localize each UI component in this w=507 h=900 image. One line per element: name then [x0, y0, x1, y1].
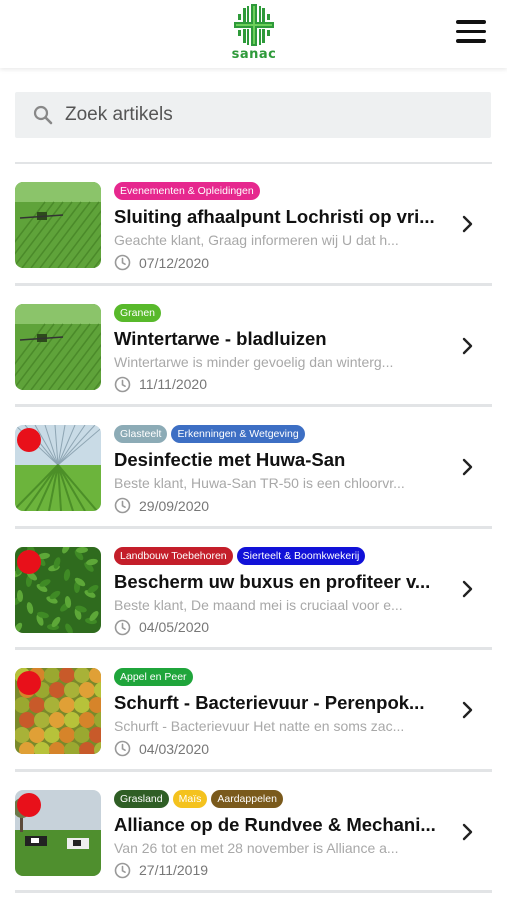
chevron-right-icon[interactable]	[461, 336, 475, 356]
article-thumbnail	[15, 303, 101, 390]
chevron-right-icon[interactable]	[461, 822, 475, 842]
article-date: 11/11/2020	[139, 376, 207, 392]
chevron-right-icon[interactable]	[461, 700, 475, 720]
category-tag: Granen	[114, 303, 162, 322]
clock-icon	[114, 376, 131, 392]
article-title: Alliance op de Rundvee & Mechani...	[114, 813, 436, 835]
article-title: Schurft - Bacterievuur - Perenpok...	[114, 692, 425, 713]
category-tag: Evenementen & Opleidingen	[114, 182, 260, 200]
article-tags: Granen	[114, 303, 162, 322]
article-date-row: 27/11/2019	[114, 862, 208, 879]
logo-text: sanac	[231, 47, 277, 62]
article-date-row: 04/05/2020	[114, 619, 209, 636]
category-tag: Appel en Peer	[114, 668, 193, 686]
article-date-row: 29/09/2020	[114, 497, 209, 514]
article-list-item[interactable]: Landbouw Toebehoren Sierteelt & Boomkweke…	[15, 529, 492, 650]
article-tags: Landbouw Toebehoren Sierteelt & Boomkweke…	[114, 546, 366, 565]
unread-indicator	[17, 792, 41, 817]
article-thumbnail	[15, 182, 101, 268]
category-tag: Erkenningen & Wetgeving	[171, 425, 305, 443]
article-excerpt: Geachte klant, Graag informeren wij U da…	[114, 232, 399, 248]
article-list: Evenementen & Opleidingen Sluiting afhaal…	[0, 162, 507, 893]
article-title: Sluiting afhaalpunt Lochristi op vri...	[114, 206, 435, 227]
article-excerpt: Beste klant, De maand mei is cruciaal vo…	[114, 596, 403, 613]
article-tags: Glasteelt Erkenningen & Wetgeving	[114, 425, 305, 443]
category-tag: Grasland	[114, 789, 169, 808]
category-tag: Aardappelen	[211, 789, 283, 808]
category-tag: Glasteelt	[114, 425, 168, 443]
search-bar[interactable]	[15, 92, 491, 138]
hamburger-menu-icon[interactable]	[456, 20, 488, 46]
article-date: 29/09/2020	[139, 497, 210, 514]
article-date-row: 07/12/2020	[114, 254, 209, 271]
article-list-item[interactable]: Grasland Maïs Aardappelen Alliance op de Ru…	[15, 772, 492, 893]
article-list-item[interactable]: Appel en Peer Schurft - Bacterievuur - Pe…	[15, 650, 492, 772]
article-tags: Evenementen & Opleidingen	[114, 182, 260, 200]
sanac-logo-mark	[234, 4, 274, 46]
article-date: 07/12/2020	[139, 254, 210, 271]
article-date-row: 04/03/2020	[114, 740, 209, 757]
article-date: 27/11/2019	[139, 862, 209, 878]
article-excerpt: Schurft - Bacterievuur Het natte en soms…	[114, 718, 405, 734]
article-date: 04/03/2020	[139, 740, 210, 757]
sanac-logo[interactable]: sanac	[226, 2, 282, 64]
clock-icon	[114, 497, 131, 514]
unread-indicator	[17, 671, 41, 695]
search-icon	[33, 105, 53, 125]
chevron-right-icon[interactable]	[461, 214, 475, 234]
app-header: sanac	[0, 0, 507, 68]
article-title: Bescherm uw buxus en profiteer v...	[114, 570, 431, 592]
unread-indicator	[17, 428, 41, 452]
clock-icon	[114, 740, 131, 757]
category-tag: Maïs	[172, 789, 208, 808]
article-title: Wintertarwe - bladluizen	[114, 327, 327, 349]
clock-icon	[114, 619, 131, 635]
article-list-item[interactable]: Granen Wintertarwe - bladluizen Wintertarw…	[15, 286, 492, 407]
chevron-right-icon[interactable]	[461, 457, 475, 477]
article-excerpt: Beste klant, Huwa-San TR-50 is een chloo…	[114, 475, 405, 491]
clock-icon	[114, 862, 131, 878]
unread-indicator	[17, 549, 41, 574]
article-date-row: 11/11/2020	[114, 376, 207, 393]
article-title: Desinfectie met Huwa-San	[114, 449, 346, 470]
article-excerpt: Wintertarwe is minder gevoelig dan winte…	[114, 353, 394, 370]
category-tag: Sierteelt & Boomkwekerij	[236, 546, 366, 565]
article-list-item[interactable]: Evenementen & Opleidingen Sluiting afhaal…	[15, 164, 492, 286]
chevron-right-icon[interactable]	[461, 579, 475, 599]
article-date: 04/05/2020	[139, 619, 210, 635]
article-excerpt: Van 26 tot en met 28 november is Allianc…	[114, 839, 399, 856]
category-tag: Landbouw Toebehoren	[114, 546, 233, 565]
search-input[interactable]	[65, 104, 465, 126]
article-tags: Appel en Peer	[114, 668, 193, 686]
article-tags: Grasland Maïs Aardappelen	[114, 789, 283, 808]
article-list-item[interactable]: Glasteelt Erkenningen & Wetgeving Desinfec…	[15, 407, 492, 529]
clock-icon	[114, 254, 131, 271]
